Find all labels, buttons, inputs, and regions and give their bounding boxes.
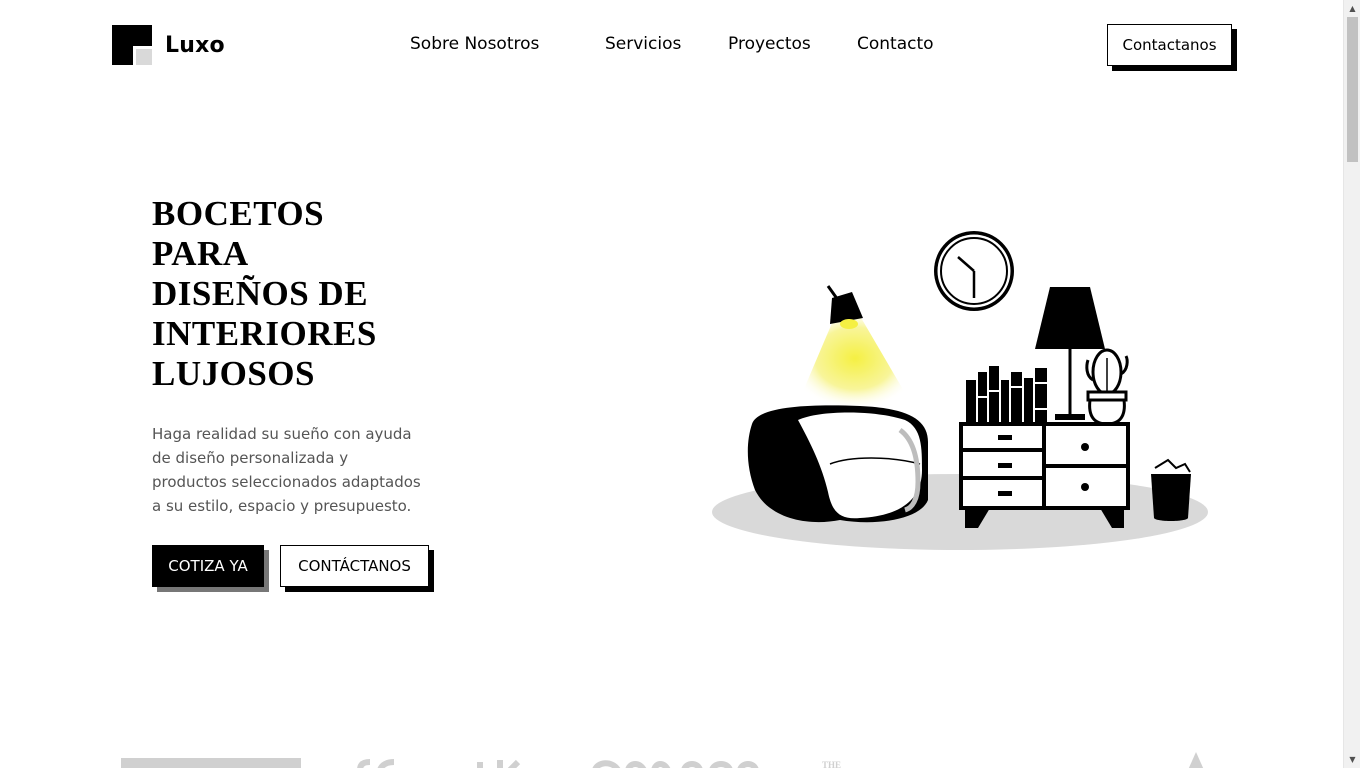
hero-title-line: INTERIORES <box>152 314 377 353</box>
scroll-down-icon[interactable]: ▼ <box>1344 751 1360 768</box>
nav-item-sobre-nosotros[interactable]: Sobre Nosotros <box>410 34 539 54</box>
hero-description: Haga realidad su sueño con ayuda de dise… <box>152 425 421 515</box>
waste-bin-icon <box>1151 458 1191 521</box>
hero-title-line: BOCETOS <box>152 194 325 233</box>
wall-clock-icon <box>934 231 1014 311</box>
partner-logo <box>592 760 759 768</box>
nav-item-servicios[interactable]: Servicios <box>605 34 681 54</box>
armchair-icon <box>747 405 928 523</box>
hero-title: BOCETOS PARA DISEÑOS DE INTERIORES LUJOS… <box>152 194 452 394</box>
cactus-pot-icon <box>1085 348 1129 426</box>
hero-title-line: DISEÑOS DE <box>152 274 369 313</box>
partner-logo <box>121 758 301 768</box>
brand-name: Luxo <box>165 32 225 58</box>
interior-living-room-illustration <box>712 231 1208 550</box>
contact-hero-button[interactable]: CONTÁCTANOS <box>280 545 429 587</box>
nav-item-contacto[interactable]: Contacto <box>857 34 934 54</box>
light-cone <box>795 316 915 410</box>
page-scrollbar[interactable]: ▲ ▼ <box>1343 0 1360 768</box>
contact-header-button[interactable]: Contactanos <box>1107 24 1232 66</box>
hero-title-line: LUJOSOS <box>152 354 315 393</box>
partner-logo: THE <box>822 760 841 768</box>
books-icon <box>966 366 1047 422</box>
partner-logos-strip: THE <box>121 752 1204 768</box>
partner-logo <box>1188 752 1204 768</box>
scroll-up-icon[interactable]: ▲ <box>1344 0 1360 17</box>
logo-squares-icon <box>112 25 152 65</box>
scroll-thumb[interactable] <box>1347 17 1358 162</box>
hero-title-line: PARA <box>152 234 249 273</box>
brand-logo[interactable]: Luxo <box>112 25 225 65</box>
quote-button[interactable]: COTIZA YA <box>152 545 264 587</box>
nav-item-proyectos[interactable]: Proyectos <box>728 34 811 54</box>
partner-logo <box>357 759 521 768</box>
